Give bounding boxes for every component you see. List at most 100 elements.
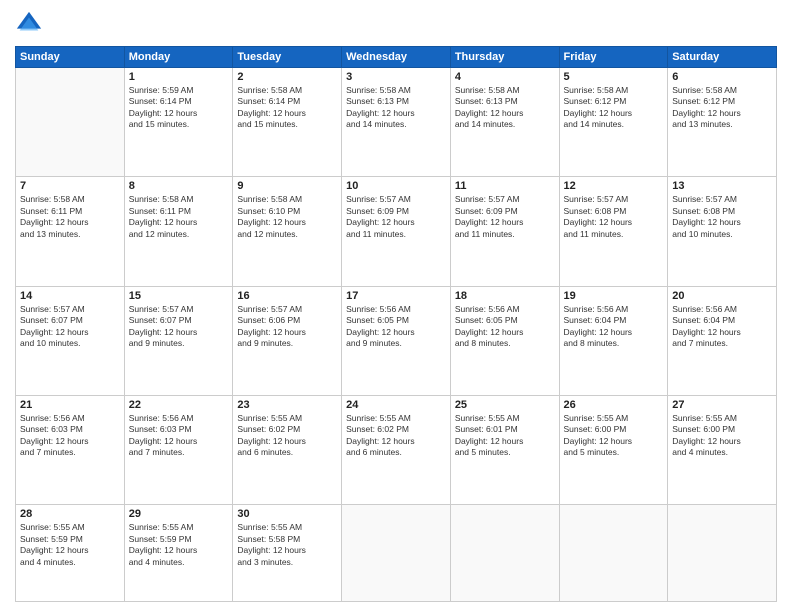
header-sunday: Sunday <box>16 47 125 68</box>
day-info: Sunrise: 5:55 AM Sunset: 6:00 PM Dayligh… <box>672 413 772 459</box>
day-info: Sunrise: 5:59 AM Sunset: 6:14 PM Dayligh… <box>129 85 229 131</box>
calendar-cell: 1 Sunrise: 5:59 AM Sunset: 6:14 PM Daylig… <box>124 68 233 177</box>
day-info: Sunrise: 5:57 AM Sunset: 6:06 PM Dayligh… <box>237 304 337 350</box>
day-info: Sunrise: 5:58 AM Sunset: 6:13 PM Dayligh… <box>346 85 446 131</box>
day-number: 2 <box>237 71 337 83</box>
calendar-cell: 2 Sunrise: 5:58 AM Sunset: 6:14 PM Daylig… <box>233 68 342 177</box>
header-wednesday: Wednesday <box>342 47 451 68</box>
day-info: Sunrise: 5:55 AM Sunset: 6:01 PM Dayligh… <box>455 413 555 459</box>
calendar-cell: 14 Sunrise: 5:57 AM Sunset: 6:07 PM Dayli… <box>16 286 125 395</box>
calendar-cell: 7 Sunrise: 5:58 AM Sunset: 6:11 PM Daylig… <box>16 177 125 286</box>
day-number: 1 <box>129 71 229 83</box>
day-number: 16 <box>237 290 337 302</box>
calendar-cell <box>559 505 668 602</box>
calendar-cell: 20 Sunrise: 5:56 AM Sunset: 6:04 PM Dayli… <box>668 286 777 395</box>
calendar-cell: 16 Sunrise: 5:57 AM Sunset: 6:06 PM Dayli… <box>233 286 342 395</box>
day-number: 30 <box>237 508 337 520</box>
day-info: Sunrise: 5:56 AM Sunset: 6:05 PM Dayligh… <box>455 304 555 350</box>
calendar-cell: 4 Sunrise: 5:58 AM Sunset: 6:13 PM Daylig… <box>450 68 559 177</box>
day-info: Sunrise: 5:58 AM Sunset: 6:13 PM Dayligh… <box>455 85 555 131</box>
day-number: 14 <box>20 290 120 302</box>
calendar-cell: 28Sunrise: 5:55 AM Sunset: 5:59 PM Dayli… <box>16 505 125 602</box>
day-info: Sunrise: 5:57 AM Sunset: 6:08 PM Dayligh… <box>672 194 772 240</box>
day-number: 22 <box>129 399 229 411</box>
calendar-table: Sunday Monday Tuesday Wednesday Thursday… <box>15 46 777 602</box>
calendar-cell: 3 Sunrise: 5:58 AM Sunset: 6:13 PM Daylig… <box>342 68 451 177</box>
day-info: Sunrise: 5:57 AM Sunset: 6:08 PM Dayligh… <box>564 194 664 240</box>
calendar-cell: 25Sunrise: 5:55 AM Sunset: 6:01 PM Dayli… <box>450 395 559 504</box>
day-number: 18 <box>455 290 555 302</box>
day-number: 17 <box>346 290 446 302</box>
day-info: Sunrise: 5:56 AM Sunset: 6:04 PM Dayligh… <box>564 304 664 350</box>
weekday-header-row: Sunday Monday Tuesday Wednesday Thursday… <box>16 47 777 68</box>
day-number: 5 <box>564 71 664 83</box>
day-number: 12 <box>564 180 664 192</box>
day-number: 3 <box>346 71 446 83</box>
calendar-cell: 12 Sunrise: 5:57 AM Sunset: 6:08 PM Dayli… <box>559 177 668 286</box>
calendar-week-row: 28 Sunrise: 5:55 AM Sunset: 5:59 PM Dayli… <box>16 505 777 602</box>
header-friday: Friday <box>559 47 668 68</box>
day-number: 23 <box>237 399 337 411</box>
day-number: 27 <box>672 399 772 411</box>
day-info: Sunrise: 5:55 AM Sunset: 6:02 PM Dayligh… <box>346 413 446 459</box>
calendar-cell: 6 Sunrise: 5:58 AM Sunset: 6:12 PM Daylig… <box>668 68 777 177</box>
day-info: Sunrise: 5:58 AM Sunset: 6:10 PM Dayligh… <box>237 194 337 240</box>
calendar-cell: 8Sunrise: 5:58 AM Sunset: 6:11 PM Daylig… <box>124 177 233 286</box>
day-number: 24 <box>346 399 446 411</box>
day-info: Sunrise: 5:55 AM Sunset: 5:58 PM Dayligh… <box>237 522 337 568</box>
calendar-cell: 30 Sunrise: 5:55 AM Sunset: 5:58 PM Dayli… <box>233 505 342 602</box>
page: Sunday Monday Tuesday Wednesday Thursday… <box>0 0 792 612</box>
calendar-cell: 22 Sunrise: 5:56 AM Sunset: 6:03 PM Dayli… <box>124 395 233 504</box>
calendar-header: Sunday Monday Tuesday Wednesday Thursday… <box>16 47 777 68</box>
day-info: Sunrise: 5:58 AM Sunset: 6:14 PM Dayligh… <box>237 85 337 131</box>
day-info: Sunrise: 5:57 AM Sunset: 6:07 PM Dayligh… <box>129 304 229 350</box>
calendar-week-row: 1 Sunrise: 5:59 AM Sunset: 6:14 PM Daylig… <box>16 68 777 177</box>
day-info: Sunrise: 5:55 AM Sunset: 6:00 PM Dayligh… <box>564 413 664 459</box>
calendar-week-row: 7 Sunrise: 5:58 AM Sunset: 6:11 PM Daylig… <box>16 177 777 286</box>
day-number: 21 <box>20 399 120 411</box>
day-info: Sunrise: 5:56 AM Sunset: 6:04 PM Dayligh… <box>672 304 772 350</box>
day-info: Sunrise: 5:56 AM Sunset: 6:03 PM Dayligh… <box>129 413 229 459</box>
header-tuesday: Tuesday <box>233 47 342 68</box>
calendar-body: 1 Sunrise: 5:59 AM Sunset: 6:14 PM Daylig… <box>16 68 777 602</box>
day-number: 6 <box>672 71 772 83</box>
calendar-cell: 18 Sunrise: 5:56 AM Sunset: 6:05 PM Dayli… <box>450 286 559 395</box>
calendar-cell: 11Sunrise: 5:57 AM Sunset: 6:09 PM Dayli… <box>450 177 559 286</box>
header <box>15 10 777 38</box>
day-info: Sunrise: 5:56 AM Sunset: 6:03 PM Dayligh… <box>20 413 120 459</box>
day-number: 7 <box>20 180 120 192</box>
day-info: Sunrise: 5:57 AM Sunset: 6:09 PM Dayligh… <box>346 194 446 240</box>
day-info: Sunrise: 5:58 AM Sunset: 6:12 PM Dayligh… <box>564 85 664 131</box>
calendar-cell <box>450 505 559 602</box>
header-monday: Monday <box>124 47 233 68</box>
calendar-cell: 13Sunrise: 5:57 AM Sunset: 6:08 PM Dayli… <box>668 177 777 286</box>
logo-icon <box>15 10 43 38</box>
day-info: Sunrise: 5:57 AM Sunset: 6:07 PM Dayligh… <box>20 304 120 350</box>
calendar-cell: 23Sunrise: 5:55 AM Sunset: 6:02 PM Dayli… <box>233 395 342 504</box>
calendar-cell: 27 Sunrise: 5:55 AM Sunset: 6:00 PM Dayli… <box>668 395 777 504</box>
header-thursday: Thursday <box>450 47 559 68</box>
day-number: 10 <box>346 180 446 192</box>
day-number: 15 <box>129 290 229 302</box>
day-info: Sunrise: 5:58 AM Sunset: 6:12 PM Dayligh… <box>672 85 772 131</box>
logo <box>15 10 47 38</box>
day-number: 9 <box>237 180 337 192</box>
day-number: 26 <box>564 399 664 411</box>
calendar-cell <box>16 68 125 177</box>
calendar-cell <box>342 505 451 602</box>
day-info: Sunrise: 5:58 AM Sunset: 6:11 PM Dayligh… <box>20 194 120 240</box>
calendar-cell: 15 Sunrise: 5:57 AM Sunset: 6:07 PM Dayli… <box>124 286 233 395</box>
day-info: Sunrise: 5:56 AM Sunset: 6:05 PM Dayligh… <box>346 304 446 350</box>
day-number: 4 <box>455 71 555 83</box>
calendar-cell: 5 Sunrise: 5:58 AM Sunset: 6:12 PM Daylig… <box>559 68 668 177</box>
day-number: 8 <box>129 180 229 192</box>
calendar-cell: 21 Sunrise: 5:56 AM Sunset: 6:03 PM Dayli… <box>16 395 125 504</box>
calendar-cell: 19Sunrise: 5:56 AM Sunset: 6:04 PM Dayli… <box>559 286 668 395</box>
calendar-cell: 29Sunrise: 5:55 AM Sunset: 5:59 PM Dayli… <box>124 505 233 602</box>
calendar-cell: 24 Sunrise: 5:55 AM Sunset: 6:02 PM Dayli… <box>342 395 451 504</box>
day-number: 20 <box>672 290 772 302</box>
day-info: Sunrise: 5:57 AM Sunset: 6:09 PM Dayligh… <box>455 194 555 240</box>
calendar-cell: 10 Sunrise: 5:57 AM Sunset: 6:09 PM Dayli… <box>342 177 451 286</box>
day-number: 28 <box>20 508 120 520</box>
day-info: Sunrise: 5:55 AM Sunset: 5:59 PM Dayligh… <box>129 522 229 568</box>
